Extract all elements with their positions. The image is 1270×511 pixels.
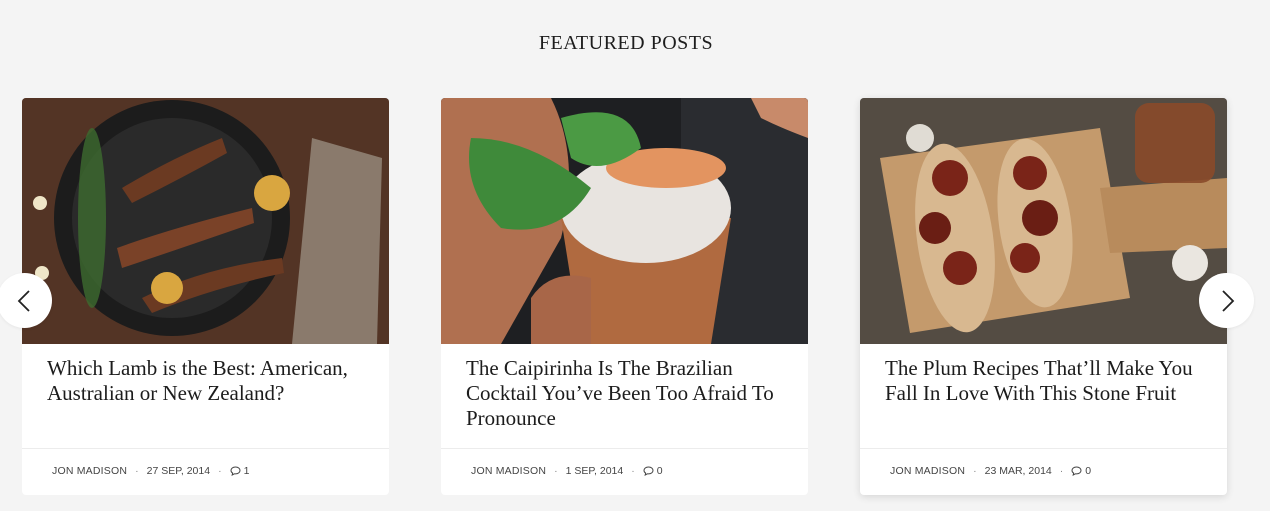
comment-count: 0 (656, 465, 663, 477)
post-comments[interactable]: 0 (1071, 465, 1091, 477)
meta-separator: · (1059, 465, 1064, 477)
meta-separator: · (218, 465, 222, 477)
meta-separator: · (554, 465, 558, 477)
post-meta: JON MADISON · 23 MAR, 2014 · 0 (890, 464, 1091, 478)
post-image[interactable] (441, 98, 808, 344)
post-image[interactable] (860, 98, 1227, 344)
comment-icon (1071, 466, 1082, 476)
post-date: 1 SEP, 2014 (565, 465, 624, 477)
comment-count: 1 (243, 465, 250, 477)
post-title[interactable]: The Caipirinha Is The Brazilian Cocktail… (466, 356, 786, 431)
comment-count: 0 (1085, 465, 1092, 477)
chevron-left-icon (17, 289, 30, 312)
post-image[interactable] (22, 98, 389, 344)
card-divider (860, 448, 1227, 449)
comment-icon (643, 466, 654, 476)
comment-icon (230, 466, 241, 476)
post-author[interactable]: JON MADISON (890, 465, 965, 477)
post-title[interactable]: Which Lamb is the Best: American, Austra… (47, 356, 367, 406)
post-card[interactable]: The Plum Recipes That’ll Make You Fall I… (860, 98, 1227, 495)
post-meta: JON MADISON · 1 SEP, 2014 · 0 (471, 464, 663, 478)
chevron-right-icon (1221, 289, 1234, 312)
carousel-next-button[interactable] (1199, 273, 1254, 328)
post-date: 27 SEP, 2014 (146, 465, 211, 477)
meta-separator: · (135, 465, 139, 477)
post-date: 23 MAR, 2014 (984, 465, 1052, 477)
post-card[interactable]: Which Lamb is the Best: American, Austra… (22, 98, 389, 495)
card-divider (441, 448, 808, 449)
post-author[interactable]: JON MADISON (52, 465, 127, 477)
post-author[interactable]: JON MADISON (471, 465, 546, 477)
post-meta: JON MADISON · 27 SEP, 2014 · 1 (52, 464, 249, 478)
post-title[interactable]: The Plum Recipes That’ll Make You Fall I… (885, 356, 1205, 406)
meta-separator: · (631, 465, 635, 477)
meta-separator: · (973, 465, 977, 477)
post-card[interactable]: The Caipirinha Is The Brazilian Cocktail… (441, 98, 808, 495)
section-title: FEATURED POSTS (538, 32, 714, 54)
card-divider (22, 448, 389, 449)
post-comments[interactable]: 0 (643, 465, 663, 477)
post-comments[interactable]: 1 (230, 465, 250, 477)
